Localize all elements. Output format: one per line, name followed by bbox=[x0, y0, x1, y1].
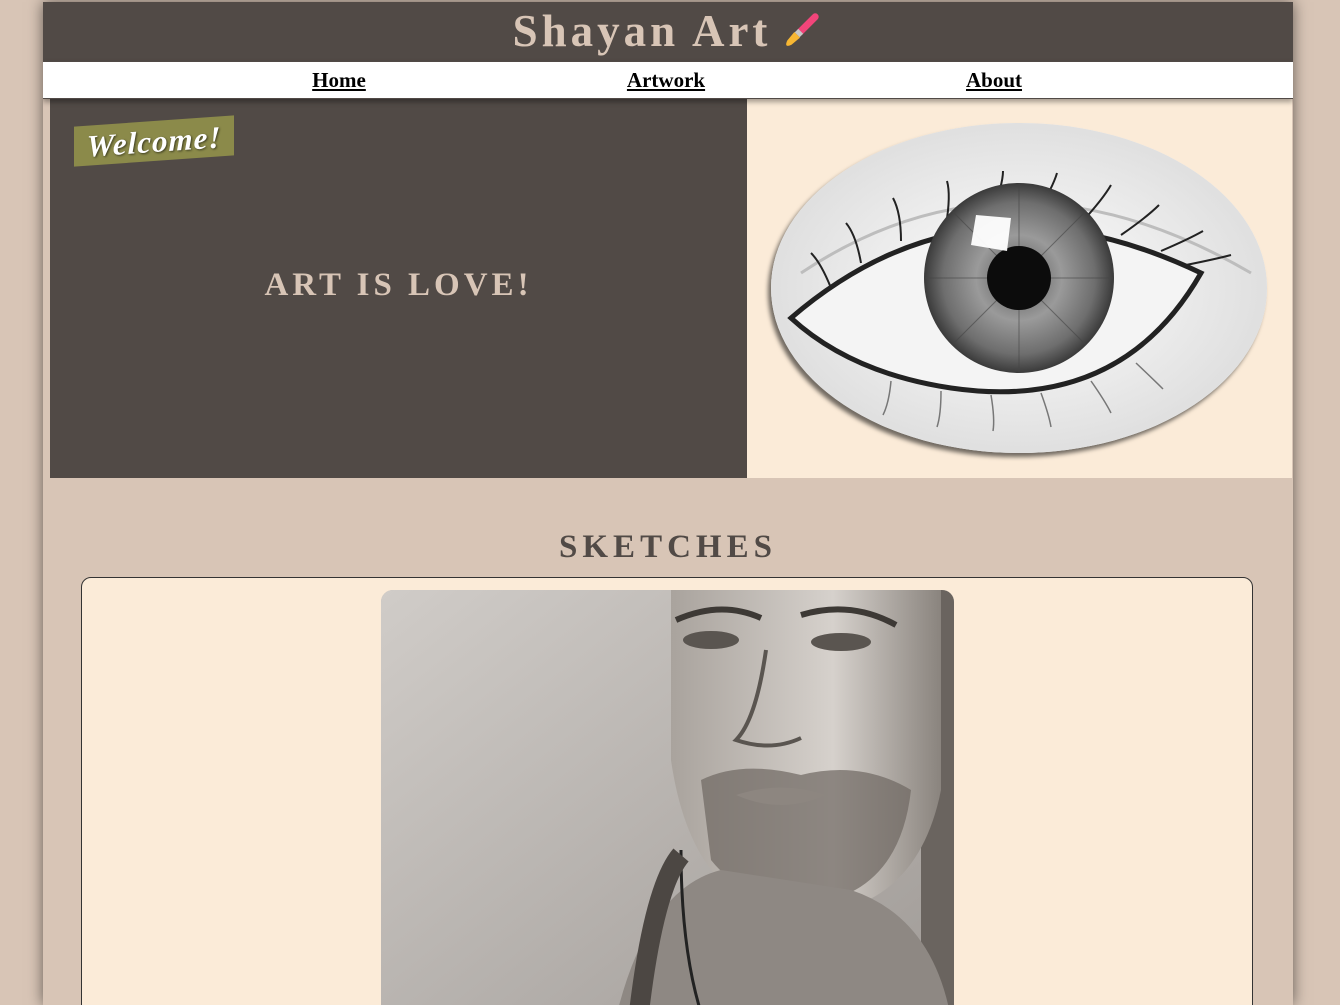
site-title[interactable]: Shayan Art bbox=[513, 2, 824, 61]
sketch-card bbox=[81, 577, 1253, 1005]
hero-text-panel: Welcome! ART IS LOVE! bbox=[50, 99, 747, 478]
site-title-text: Shayan Art bbox=[512, 6, 772, 56]
welcome-badge: Welcome! bbox=[74, 115, 234, 167]
page-container: Shayan Art Home Artwork About Welcome! A… bbox=[43, 2, 1293, 1005]
portrait-sketch-image[interactable] bbox=[381, 590, 954, 1005]
site-header: Shayan Art bbox=[43, 2, 1293, 61]
nav-link-home[interactable]: Home bbox=[312, 62, 366, 98]
nav-link-artwork[interactable]: Artwork bbox=[627, 62, 705, 98]
paintbrush-icon bbox=[777, 9, 823, 55]
hero-tagline: ART IS LOVE! bbox=[264, 267, 533, 303]
eye-sketch-image bbox=[771, 123, 1267, 453]
hero-image-panel bbox=[747, 99, 1292, 478]
nav-link-about[interactable]: About bbox=[966, 62, 1022, 98]
hero-section: Welcome! ART IS LOVE! bbox=[50, 99, 1292, 478]
main-nav: Home Artwork About bbox=[43, 61, 1293, 99]
sketches-title: SKETCHES bbox=[559, 529, 777, 566]
